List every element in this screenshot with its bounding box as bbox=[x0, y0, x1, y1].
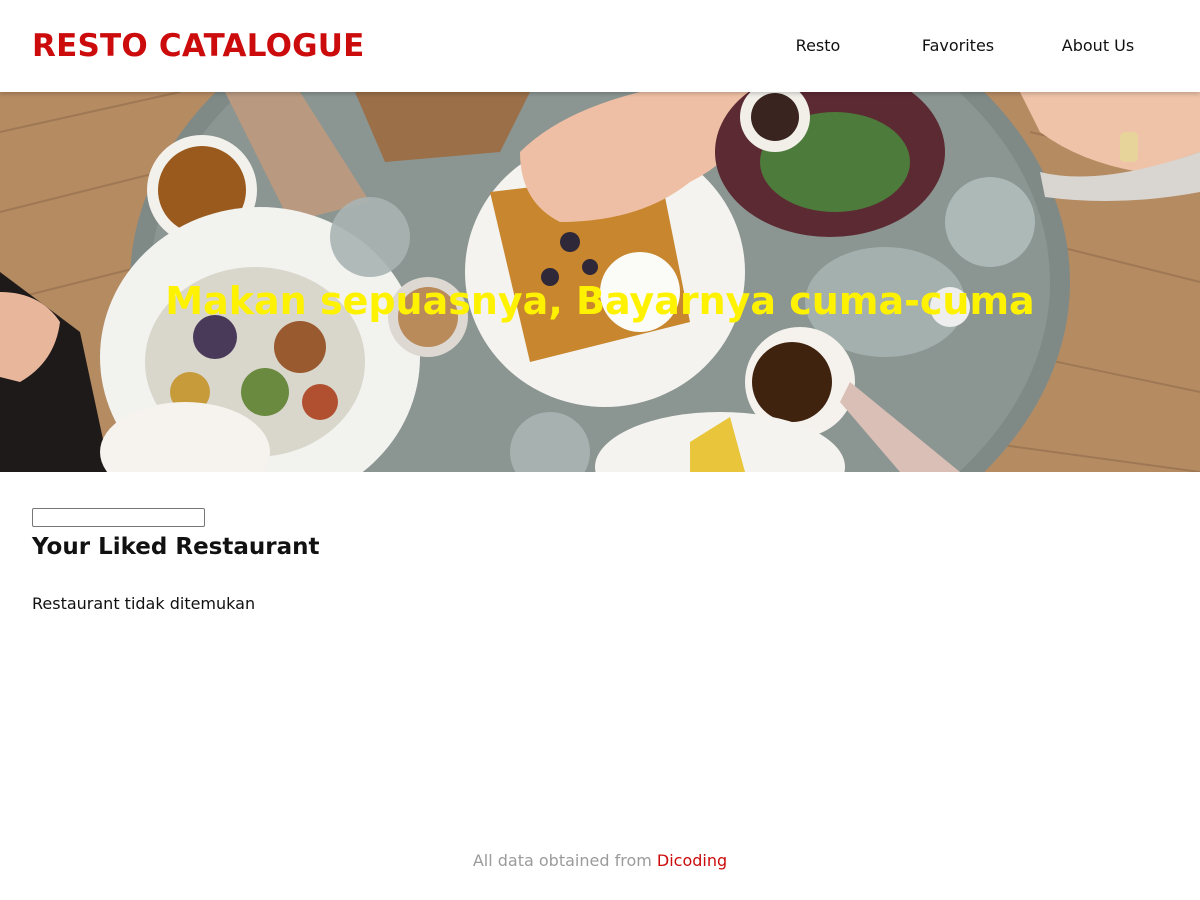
hero-tagline: Makan sepuasnya, Bayarnya cuma-cuma bbox=[165, 279, 1035, 324]
hero: Makan sepuasnya, Bayarnya cuma-cuma bbox=[0, 92, 1200, 472]
search-input[interactable] bbox=[32, 508, 205, 527]
brand-logo[interactable]: RESTO CATALOGUE bbox=[32, 26, 365, 66]
app: RESTO CATALOGUE Resto Favorites About Us bbox=[0, 0, 1200, 900]
nav-item-resto[interactable]: Resto bbox=[748, 24, 888, 68]
footer-link-dicoding[interactable]: Dicoding bbox=[657, 851, 727, 870]
empty-state-message: Restaurant tidak ditemukan bbox=[32, 594, 256, 613]
main-content: Your Liked Restaurant Restaurant tidak d… bbox=[32, 508, 1168, 615]
header: RESTO CATALOGUE Resto Favorites About Us bbox=[0, 0, 1200, 92]
page-title: Your Liked Restaurant bbox=[32, 534, 320, 560]
nav-item-favorites[interactable]: Favorites bbox=[888, 24, 1028, 68]
footer: All data obtained from Dicoding bbox=[0, 849, 1200, 873]
footer-text: All data obtained from bbox=[472, 851, 657, 870]
main-nav: Resto Favorites About Us bbox=[748, 0, 1168, 92]
nav-item-about-us[interactable]: About Us bbox=[1028, 24, 1168, 68]
